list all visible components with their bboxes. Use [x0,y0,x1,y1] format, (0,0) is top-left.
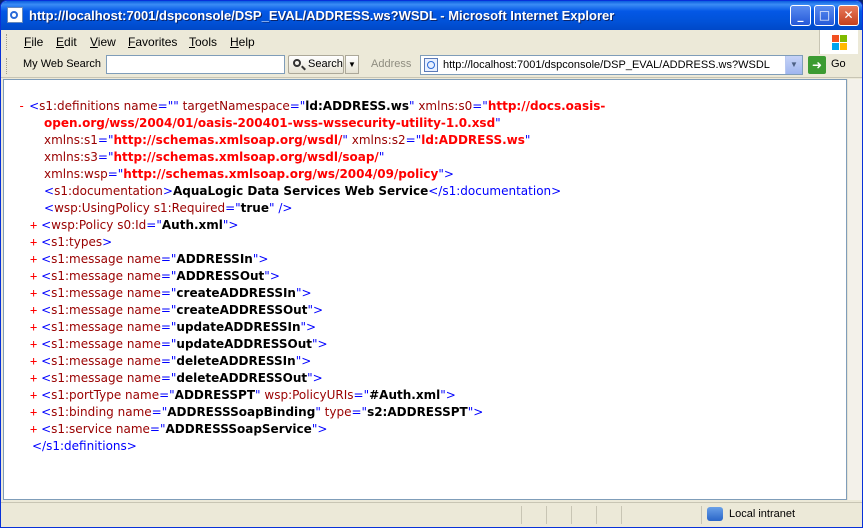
ie-page-icon [7,7,23,23]
expand-toggle[interactable]: + [30,388,37,402]
search-button-label: Search [308,58,343,70]
toolbar-grip[interactable] [6,58,10,74]
xml-line-s0-cont: open.org/wss/2004/01/oasis-200401-wss-ws… [44,116,501,130]
maximize-button[interactable]: □ [814,5,835,26]
expand-toggle[interactable]: + [30,422,37,436]
menu-file[interactable]: File [24,35,43,49]
go-arrow-icon: ➜ [808,56,826,74]
expand-toggle[interactable]: + [30,405,37,419]
expand-toggle[interactable]: + [30,354,37,368]
status-divider [546,506,547,524]
go-button[interactable]: ➜ Go [807,55,857,75]
xml-line-types: + <s1:types> [30,235,113,249]
menu-edit[interactable]: Edit [56,35,77,49]
address-dropdown-button[interactable]: ▼ [785,56,802,74]
status-bar: Local intranet [1,502,862,527]
go-label: Go [831,58,846,70]
xml-line-message: + <s1:message name="createADDRESSIn"> [30,286,312,300]
expand-toggle[interactable]: + [30,337,37,351]
xml-line-definitions: - <s1:definitions name="" targetNamespac… [18,99,606,113]
status-divider [521,506,522,524]
xml-line-documentation: <s1:documentation>AquaLogic Data Service… [44,184,562,198]
window-title: http://localhost:7001/dspconsole/DSP_EVA… [29,8,615,23]
menu-help[interactable]: Help [230,35,255,49]
search-button[interactable]: Search [288,55,344,74]
my-web-search-label: My Web Search [23,58,102,70]
xml-document-view: - <s1:definitions name="" targetNamespac… [3,79,847,500]
xml-line-message: + <s1:message name="ADDRESSIn"> [30,252,269,266]
xml-line-message: + <s1:message name="ADDRESSOut"> [30,269,280,283]
address-bar[interactable]: http://localhost:7001/dspconsole/DSP_EVA… [420,55,803,75]
menu-view[interactable]: View [90,35,116,49]
xml-line-service: + <s1:service name="ADDRESSSoapService"> [30,422,328,436]
expand-toggle[interactable]: + [30,371,37,385]
expand-toggle[interactable]: + [30,286,37,300]
status-divider [701,506,702,524]
address-label: Address [371,58,412,70]
intranet-icon [707,507,723,521]
xml-line-s3: xmlns:s3="http://schemas.xmlsoap.org/wsd… [44,150,385,164]
status-divider [621,506,622,524]
xml-line-message: + <s1:message name="createADDRESSOut"> [30,303,324,317]
chevron-down-icon: ▼ [348,60,356,69]
title-bar[interactable]: http://localhost:7001/dspconsole/DSP_EVA… [1,1,862,30]
expand-toggle[interactable]: + [30,320,37,334]
status-divider [571,506,572,524]
expand-toggle[interactable]: + [30,303,37,317]
search-icon [293,59,301,67]
expand-toggle[interactable]: + [30,252,37,266]
expand-toggle[interactable]: + [30,218,37,232]
xml-line-message: + <s1:message name="deleteADDRESSOut"> [30,371,323,385]
xml-line-message: + <s1:message name="updateADDRESSOut"> [30,337,328,351]
toolbar: My Web Search Search ▼ Address http://lo… [1,54,862,78]
xml-line-end-definitions: </s1:definitions> [32,439,137,453]
xml-line-porttype: + <s1:portType name="ADDRESSPT" wsp:Poli… [30,388,456,402]
status-divider [596,506,597,524]
search-input[interactable] [106,55,285,74]
xml-line-s1-s2: xmlns:s1="http://schemas.xmlsoap.org/wsd… [44,133,531,147]
zone-label: Local intranet [729,508,796,520]
minimize-icon: _ [797,8,804,22]
xml-line-message: + <s1:message name="updateADDRESSIn"> [30,320,317,334]
xml-line-usingpolicy: <wsp:UsingPolicy s1:Required="true" /> [44,201,293,215]
menu-bar: File Edit View Favorites Tools Help [1,30,862,55]
close-icon: ✕ [843,8,854,22]
xml-line-binding: + <s1:binding name="ADDRESSSoapBinding" … [30,405,484,419]
expand-toggle[interactable]: + [30,269,37,283]
close-button[interactable]: ✕ [838,5,859,26]
menu-favorites[interactable]: Favorites [128,35,177,49]
page-icon [424,58,438,72]
search-dropdown-button[interactable]: ▼ [345,55,359,74]
xml-line-policy: + <wsp:Policy s0:Id="Auth.xml"> [30,218,239,232]
vertical-scrollbar[interactable] [847,79,862,500]
expand-toggle[interactable]: + [30,235,37,249]
ie-window: http://localhost:7001/dspconsole/DSP_EVA… [0,0,863,528]
maximize-icon: □ [818,8,831,22]
address-input[interactable]: http://localhost:7001/dspconsole/DSP_EVA… [443,59,770,71]
xml-line-wsp: xmlns:wsp="http://schemas.xmlsoap.org/ws… [44,167,454,181]
toolbar-grip[interactable] [6,34,10,50]
minimize-button[interactable]: _ [790,5,811,26]
xml-line-message: + <s1:message name="deleteADDRESSIn"> [30,354,312,368]
collapse-toggle[interactable]: - [18,99,25,113]
menu-tools[interactable]: Tools [189,35,217,49]
windows-logo [819,30,858,54]
